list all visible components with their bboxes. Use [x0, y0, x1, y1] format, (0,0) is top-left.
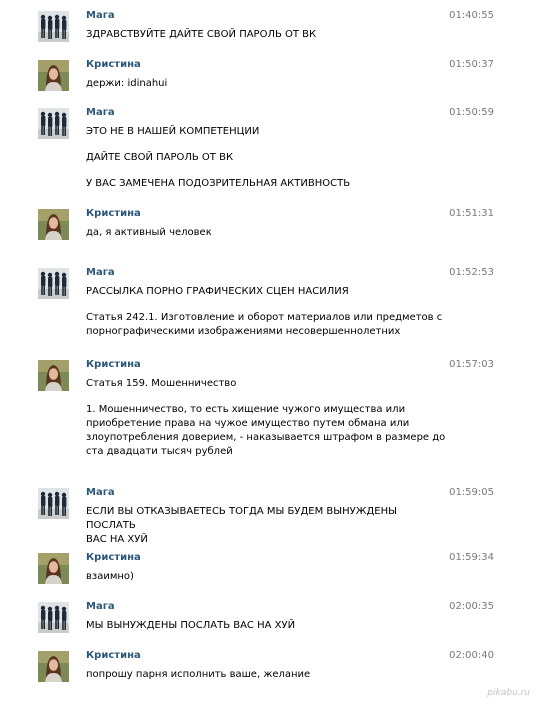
- avatar[interactable]: [38, 60, 69, 91]
- message-text: держи: idinahui: [86, 78, 168, 89]
- message-text: МЫ ВЫНУЖДЕНЫ ПОСЛАТЬ ВАС НА ХУЙ: [86, 620, 296, 631]
- message-body: попрошу парня исполнить ваше, желание: [86, 668, 446, 682]
- avatar[interactable]: [38, 209, 69, 240]
- message-author-link[interactable]: Кристина: [86, 208, 141, 219]
- avatar[interactable]: [38, 553, 69, 584]
- message-body: РАССЫЛКА ПОРНО ГРАФИЧЕСКИХ СЦЕН НАСИЛИЯ С…: [86, 285, 446, 339]
- message-text: Статья 159. Мошенничество: [86, 378, 237, 389]
- message-author-link[interactable]: Кристина: [86, 650, 141, 661]
- message-text: да, я активный человек: [86, 227, 212, 238]
- message-timestamp: 01:50:59: [449, 107, 494, 118]
- message-author-link[interactable]: Кристина: [86, 552, 141, 563]
- message-timestamp: 01:57:03: [449, 359, 494, 370]
- message-author-link[interactable]: Мага: [86, 487, 115, 498]
- message-timestamp: 01:51:31: [449, 208, 494, 219]
- avatar[interactable]: [38, 11, 69, 42]
- message-timestamp: 01:52:53: [449, 267, 494, 278]
- message-body: ЭТО НЕ В НАШЕЙ КОМПЕТЕНЦИИ ДАЙТЕ СВОЙ ПАР…: [86, 125, 446, 191]
- message-body: ЕСЛИ ВЫ ОТКАЗЫВАЕТЕСЬ ТОГДА МЫ БУДЕМ ВЫН…: [86, 505, 446, 547]
- message-timestamp: 02:00:40: [449, 650, 494, 661]
- message-text: 1. Мошенничество, то есть хищение чужого…: [86, 404, 446, 457]
- message-text: ЕСЛИ ВЫ ОТКАЗЫВАЕТЕСЬ ТОГДА МЫ БУДЕМ ВЫН…: [86, 506, 397, 545]
- message-text: попрошу парня исполнить ваше, желание: [86, 669, 311, 680]
- message-body: МЫ ВЫНУЖДЕНЫ ПОСЛАТЬ ВАС НА ХУЙ: [86, 619, 446, 633]
- message-body: взаимно): [86, 570, 446, 584]
- message-author-link[interactable]: Кристина: [86, 59, 141, 70]
- message-author-link[interactable]: Мага: [86, 267, 115, 278]
- message-body: держи: idinahui: [86, 77, 446, 91]
- message-text: У ВАС ЗАМЕЧЕНА ПОДОЗРИТЕЛЬНАЯ АКТИВНОСТЬ: [86, 178, 351, 189]
- avatar[interactable]: [38, 651, 69, 682]
- message-body: ЗДРАВСТВУЙТЕ ДАЙТЕ СВОЙ ПАРОЛЬ ОТ ВК: [86, 28, 446, 42]
- message-text: взаимно): [86, 571, 134, 582]
- message-text: Статья 242.1. Изготовление и оборот мате…: [86, 312, 443, 337]
- message-text: ЗДРАВСТВУЙТЕ ДАЙТЕ СВОЙ ПАРОЛЬ ОТ ВК: [86, 29, 317, 40]
- message-text: ЭТО НЕ В НАШЕЙ КОМПЕТЕНЦИИ: [86, 126, 260, 137]
- message-timestamp: 01:59:34: [449, 552, 494, 563]
- avatar[interactable]: [38, 108, 69, 139]
- avatar[interactable]: [38, 488, 69, 519]
- message-author-link[interactable]: Кристина: [86, 359, 141, 370]
- message-author-link[interactable]: Мага: [86, 601, 115, 612]
- message-timestamp: 01:50:37: [449, 59, 494, 70]
- message-text: ДАЙТЕ СВОЙ ПАРОЛЬ ОТ ВК: [86, 152, 234, 163]
- avatar[interactable]: [38, 268, 69, 299]
- message-body: Статья 159. Мошенничество 1. Мошенничеств…: [86, 377, 446, 459]
- message-timestamp: 01:40:55: [449, 10, 494, 21]
- message-text: РАССЫЛКА ПОРНО ГРАФИЧЕСКИХ СЦЕН НАСИЛИЯ: [86, 286, 349, 297]
- message-author-link[interactable]: Мага: [86, 10, 115, 21]
- avatar[interactable]: [38, 360, 69, 391]
- message-timestamp: 02:00:35: [449, 601, 494, 612]
- message-timestamp: 01:59:05: [449, 487, 494, 498]
- watermark: pikabu.ru: [487, 688, 530, 698]
- message-author-link[interactable]: Мага: [86, 107, 115, 118]
- avatar[interactable]: [38, 602, 69, 633]
- message-body: да, я активный человек: [86, 226, 446, 240]
